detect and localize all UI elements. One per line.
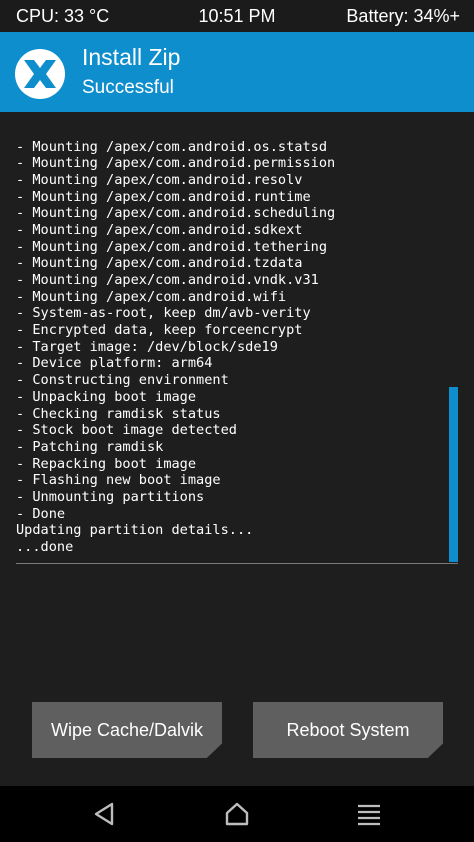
console-line: - Mounting /apex/com.android.tethering <box>16 238 327 255</box>
console-log[interactable]: - Mounting /apex/com.android.os.statsd - … <box>16 124 458 564</box>
wipe-cache-button[interactable]: Wipe Cache/Dalvik <box>32 702 222 758</box>
console-line: - Device platform: arm64 <box>16 355 213 372</box>
console-lines: - Mounting /apex/com.android.os.statsd - … <box>16 139 335 556</box>
home-icon[interactable] <box>223 800 251 828</box>
console-line: - Mounting /apex/com.android.sdkext <box>16 221 303 238</box>
console-line: - Mounting /apex/com.android.scheduling <box>16 205 336 222</box>
page-subtitle: Successful <box>82 77 174 98</box>
header-bar: Install Zip Successful <box>0 32 474 112</box>
console-line: ...done <box>16 539 74 555</box>
console-line: - Mounting /apex/com.android.resolv <box>16 171 303 188</box>
console-line: - Constructing environment <box>16 372 229 389</box>
console-line: - Checking ramdisk status <box>16 405 221 422</box>
console-line: - Stock boot image detected <box>16 422 237 439</box>
console-line: - Unpacking boot image <box>16 388 197 405</box>
console-line: - Mounting /apex/com.android.wifi <box>16 288 287 305</box>
reboot-system-label: Reboot System <box>286 720 410 740</box>
console-line: - Done <box>16 505 66 522</box>
console-line: - Flashing new boot image <box>16 472 221 489</box>
console-line: Updating partition details... <box>16 522 254 539</box>
console-scrollbar[interactable] <box>449 387 458 562</box>
console-line: - Mounting /apex/com.android.vndk.v31 <box>16 272 319 288</box>
status-bar: CPU: 33 °C 10:51 PM Battery: 34%+ <box>0 0 474 32</box>
console-line: - Encrypted data, keep forceencrypt <box>16 322 303 339</box>
console-line: - Mounting /apex/com.android.permission <box>16 155 336 172</box>
console-line: - Mounting /apex/com.android.os.statsd <box>16 138 327 155</box>
console-line: - Patching ramdisk <box>16 438 164 455</box>
console-line: - Target image: /dev/block/sde19 <box>16 338 278 355</box>
reboot-system-button[interactable]: Reboot System <box>253 702 443 758</box>
menu-lines-icon[interactable] <box>355 800 383 828</box>
twrp-logo-icon <box>15 49 65 99</box>
navigation-bar <box>0 786 474 842</box>
console-line: - Mounting /apex/com.android.tzdata <box>16 255 303 272</box>
console-divider <box>16 563 458 564</box>
console-line: - Mounting /apex/com.android.runtime <box>16 188 311 205</box>
wipe-cache-label: Wipe Cache/Dalvik <box>50 720 204 740</box>
console-line: - Unmounting partitions <box>16 488 205 505</box>
page-title: Install Zip <box>82 44 181 70</box>
battery-level: Battery: 34%+ <box>346 6 460 26</box>
back-triangle-icon[interactable] <box>91 800 119 828</box>
console-line: - Repacking boot image <box>16 455 197 472</box>
console-line: - System-as-root, keep dm/avb-verity <box>16 305 311 322</box>
